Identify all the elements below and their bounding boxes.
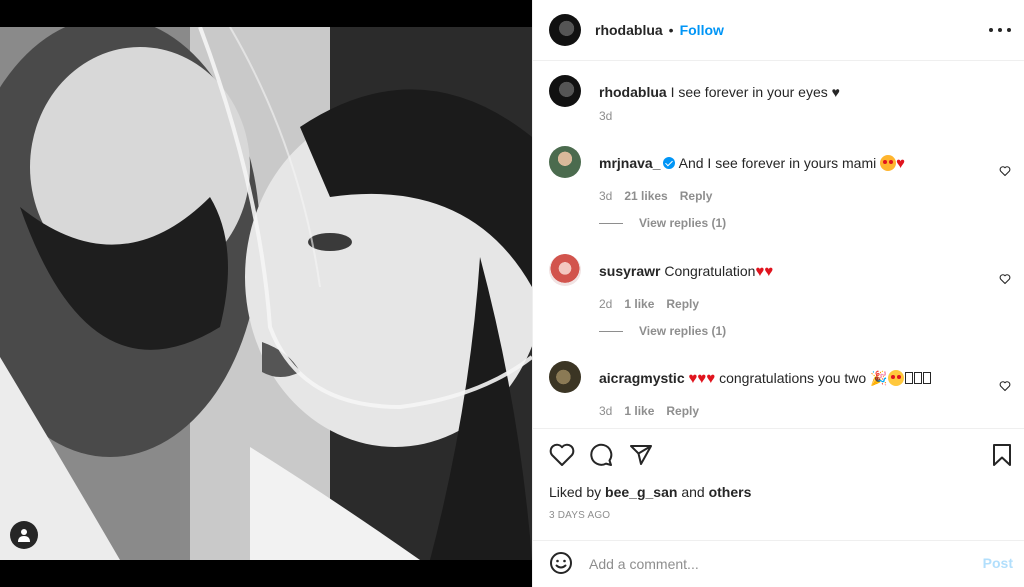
comment-age[interactable]: 2d (599, 297, 612, 311)
comment-age[interactable]: 3d (599, 404, 612, 418)
tagged-users-button[interactable] (10, 521, 38, 549)
caption-text: I see forever in your eyes ♥ (670, 84, 840, 100)
owner-avatar[interactable] (549, 14, 581, 46)
reply-button[interactable]: Reply (680, 189, 713, 203)
comment-username[interactable]: susyrawr (599, 263, 660, 279)
comment-likes[interactable]: 1 like (624, 297, 654, 311)
comment-text: And I see forever in yours mami (678, 155, 877, 171)
smiley-icon (550, 552, 572, 574)
liked-by-prefix: Liked by (549, 484, 602, 500)
comment-age[interactable]: 3d (599, 189, 612, 203)
replies-line (599, 222, 623, 224)
red-heart-emoji-icon: ♥ (764, 263, 774, 280)
comment-body: susyrawr Congratulation♥♥ (599, 262, 984, 281)
separator-dot: • (668, 22, 674, 38)
follow-button[interactable]: Follow (680, 22, 724, 38)
reply-button[interactable]: Reply (666, 297, 699, 311)
comment-button[interactable] (589, 443, 613, 472)
view-replies-button[interactable]: View replies (1) (599, 324, 726, 338)
heart-icon (999, 274, 1011, 285)
heart-icon (999, 381, 1011, 392)
liked-by-others[interactable]: others (709, 484, 752, 500)
more-options-icon[interactable] (989, 20, 1011, 40)
heart-eyes-emoji-icon (880, 155, 897, 171)
comment-meta: 3d 21 likes Reply (599, 189, 712, 203)
heart-icon (549, 443, 575, 466)
caption-body: rhodablua I see forever in your eyes ♥ (599, 83, 984, 101)
post-actions: Liked by bee_g_san and others 3 DAYS AGO (533, 428, 1024, 540)
liked-by-user[interactable]: bee_g_san (605, 484, 677, 500)
post-photo[interactable] (0, 27, 532, 560)
red-heart-emoji-icon: ♥ (706, 370, 716, 387)
caption-meta: 3d (599, 109, 612, 123)
send-icon (630, 445, 652, 465)
dot (998, 28, 1002, 32)
person-icon (18, 529, 30, 542)
comment-likes[interactable]: 21 likes (624, 189, 667, 203)
comment-avatar[interactable] (549, 254, 581, 286)
dot (1007, 28, 1011, 32)
missing-glyph-icon (913, 372, 922, 384)
red-heart-emoji-icon: ♥ (697, 370, 707, 387)
comment-meta: 2d 1 like Reply (599, 297, 699, 311)
verified-badge-icon (663, 157, 676, 169)
owner-username[interactable]: rhodablua (595, 22, 663, 38)
liked-by-text: Liked by bee_g_san and others (549, 484, 751, 500)
share-button[interactable] (629, 443, 653, 472)
comment-like-button[interactable] (999, 272, 1011, 290)
comment-likes[interactable]: 1 like (624, 404, 654, 418)
caption-avatar[interactable] (549, 75, 581, 107)
caption-username[interactable]: rhodablua (599, 84, 667, 100)
comment-text: Congratulation (664, 263, 756, 279)
post-comment-button[interactable]: Post (983, 555, 1013, 571)
heart-icon (999, 166, 1011, 177)
replies-line (599, 330, 623, 332)
party-popper-emoji-icon: 🎉 (870, 370, 888, 386)
add-comment-bar: Post (533, 540, 1024, 587)
comment-icon (590, 443, 613, 466)
save-button[interactable] (991, 443, 1013, 472)
view-replies-label: View replies (1) (639, 324, 727, 338)
post-header: rhodablua • Follow (533, 0, 1024, 61)
comment-avatar[interactable] (549, 361, 581, 393)
like-button[interactable] (549, 443, 575, 472)
comment-meta: 3d 1 like Reply (599, 404, 699, 418)
comment-input[interactable] (589, 553, 959, 575)
comment-body: mrjnava_ And I see forever in yours mami… (599, 154, 984, 173)
post-details-panel: rhodablua • Follow rhodablua I see forev… (532, 0, 1024, 587)
red-heart-emoji-icon: ♥ (896, 155, 906, 172)
emoji-button[interactable] (549, 551, 573, 580)
view-replies-label: View replies (1) (639, 216, 727, 230)
missing-glyph-icon (922, 372, 931, 384)
comment-like-button[interactable] (999, 164, 1011, 182)
view-replies-button[interactable]: View replies (1) (599, 216, 726, 230)
comments-list[interactable]: rhodablua I see forever in your eyes ♥ 3… (533, 61, 1024, 428)
comment-username[interactable]: aicragmystic (599, 370, 685, 386)
post-media-pane (0, 0, 532, 587)
comment-avatar[interactable] (549, 146, 581, 178)
bookmark-icon (993, 444, 1011, 466)
red-heart-emoji-icon: ♥ (755, 263, 765, 280)
photo-illustration (0, 27, 532, 560)
face-with-hat-emoji-icon (887, 370, 904, 386)
liked-by-conjunction: and (681, 484, 705, 500)
caption-age[interactable]: 3d (599, 109, 612, 123)
post-date[interactable]: 3 DAYS AGO (549, 510, 610, 521)
dot (989, 28, 993, 32)
comment-like-button[interactable] (999, 379, 1011, 397)
comment-username[interactable]: mrjnava_ (599, 155, 660, 171)
comment-body: aicragmystic ♥♥♥ congratulations you two… (599, 369, 984, 388)
missing-glyph-icon (904, 372, 913, 384)
reply-button[interactable]: Reply (666, 404, 699, 418)
comment-text: congratulations you two (719, 370, 867, 386)
